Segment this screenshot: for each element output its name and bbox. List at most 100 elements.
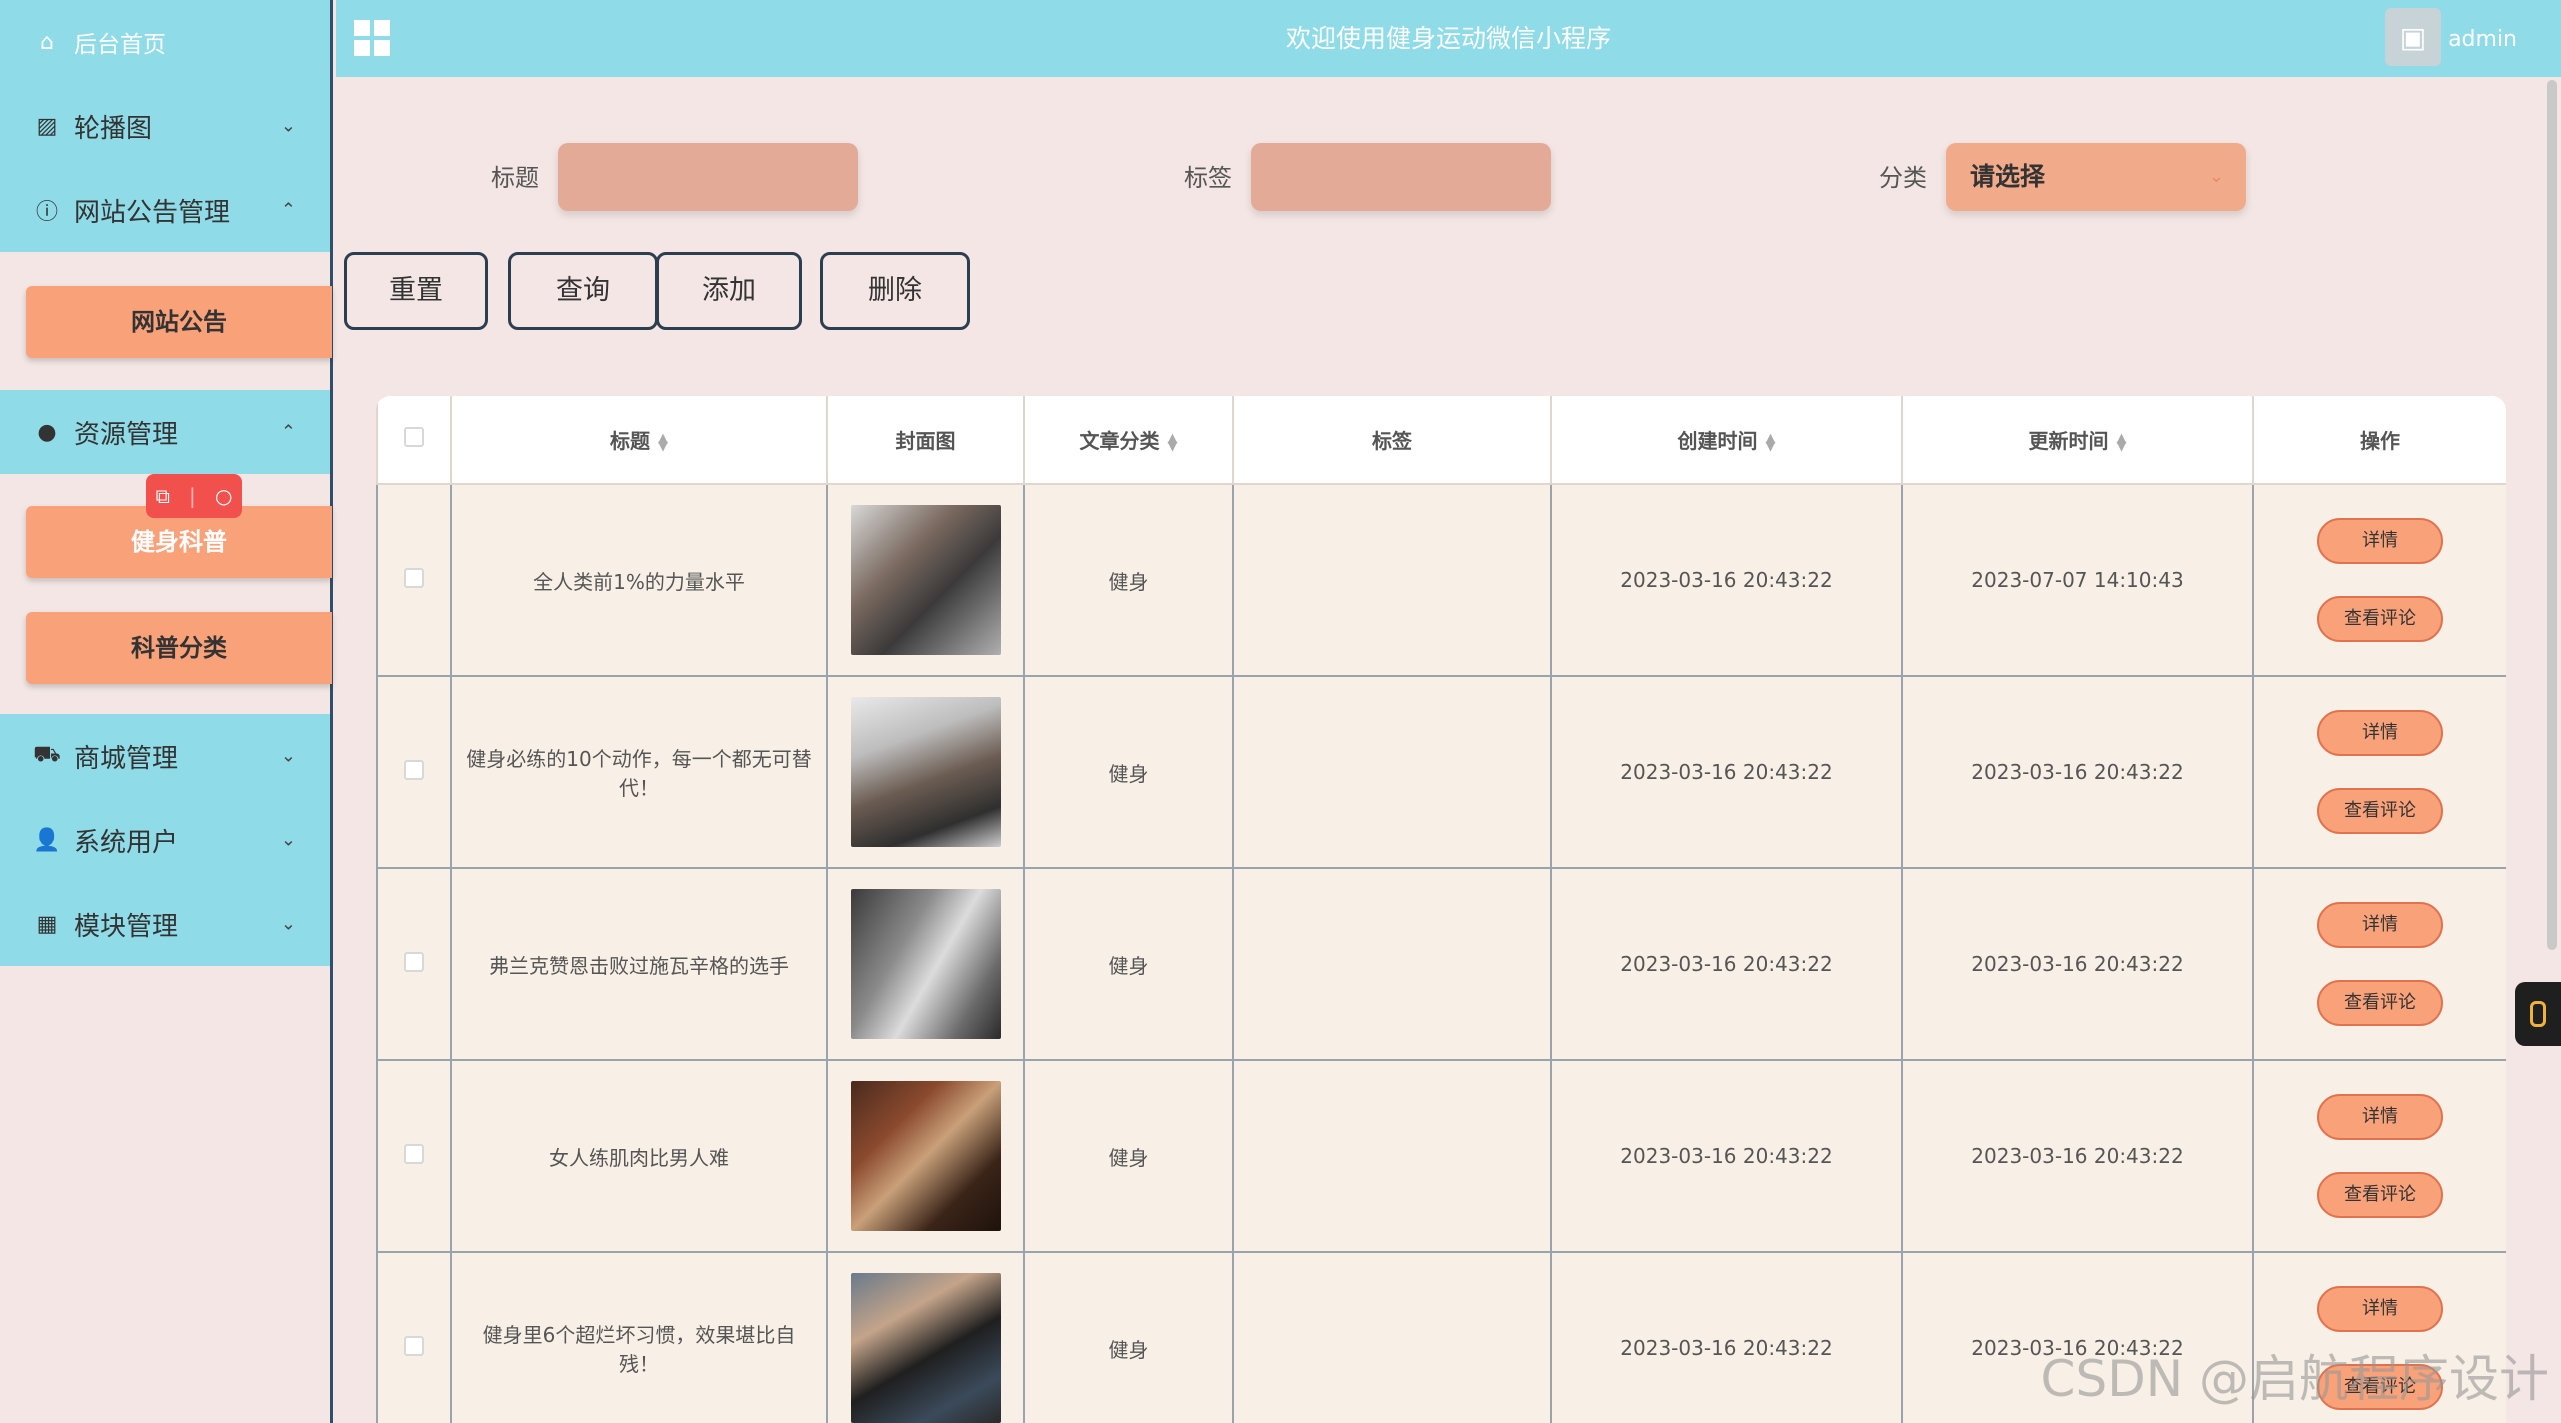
- select-all-cell: [376, 396, 452, 485]
- detail-button[interactable]: 详情: [2317, 518, 2443, 564]
- search-icon[interactable]: ○: [215, 484, 232, 508]
- view-comments-button[interactable]: 查看评论: [2317, 596, 2443, 642]
- created-cell: 2023-03-16 20:43:22: [1550, 675, 1903, 869]
- topbar: 欢迎使用健身运动微信小程序 ▣ admin: [336, 0, 2561, 77]
- cover-image[interactable]: [850, 697, 1001, 847]
- actions-cell: 详情 查看评论: [2252, 483, 2506, 677]
- sidebar-item-label: 后台首页: [74, 32, 166, 58]
- category-cell: 健身: [1023, 1251, 1234, 1423]
- sidebar-item-resource-mgmt[interactable]: ● 资源管理 ⌃: [0, 390, 330, 474]
- cover-image[interactable]: [850, 1081, 1001, 1231]
- sort-icon[interactable]: ▲ ▼: [658, 432, 668, 453]
- delete-button[interactable]: 删除: [820, 252, 970, 330]
- chevron-down-icon: ⌄: [280, 745, 296, 767]
- chevron-down-icon: ⌄: [280, 829, 296, 851]
- created-cell: 2023-03-16 20:43:22: [1550, 483, 1903, 677]
- watermark: CSDN @启航程序设计: [2040, 1350, 2549, 1408]
- table-header-row: 标题 ▲ ▼ 封面图 文章分类 ▲ ▼ 标签 创建时间 ▲ ▼ 更新时间 ▲ ▼ 操作: [376, 396, 2506, 485]
- select-all-checkbox[interactable]: [404, 427, 424, 447]
- chevron-down-icon: ⌄: [2208, 166, 2224, 187]
- app-title: 欢迎使用健身运动微信小程序: [1285, 24, 1611, 53]
- sidebar-bottom-block: ⛟ 商城管理 ⌄ 👤 系统用户 ⌄ ▦ 模块管理 ⌄: [0, 714, 330, 966]
- actions-cell: 详情 查看评论: [2252, 867, 2506, 1061]
- view-comments-button[interactable]: 查看评论: [2317, 980, 2443, 1026]
- sort-icon[interactable]: ▲ ▼: [2117, 432, 2127, 453]
- detail-button[interactable]: 详情: [2317, 902, 2443, 948]
- detail-button[interactable]: 详情: [2317, 710, 2443, 756]
- username[interactable]: admin: [2448, 0, 2517, 80]
- sidebar-subitem-science-category[interactable]: 科普分类: [26, 612, 332, 684]
- title-cell: 弗兰克赞恩击败过施瓦辛格的选手: [450, 867, 828, 1061]
- row-select-cell: [376, 675, 452, 869]
- sidebar-item-label: 模块管理: [74, 911, 179, 942]
- tag-input[interactable]: [1251, 143, 1551, 211]
- sidebar-item-notice-mgmt[interactable]: ⓘ 网站公告管理 ⌃: [0, 168, 330, 252]
- category-label: 分类: [1879, 164, 1927, 192]
- col-header-label: 标题: [610, 429, 650, 453]
- title-input[interactable]: [558, 143, 858, 211]
- updated-cell: 2023-03-16 20:43:22: [1901, 675, 2254, 869]
- chevron-up-icon: ⌃: [280, 199, 296, 221]
- floating-toolbar: ⧉ | ○: [146, 474, 242, 518]
- sidebar-item-module-mgmt[interactable]: ▦ 模块管理 ⌄: [0, 882, 330, 966]
- cover-cell: [826, 483, 1025, 677]
- updated-cell: 2023-03-16 20:43:22: [1901, 1059, 2254, 1253]
- col-header-title[interactable]: 标题 ▲ ▼: [450, 396, 828, 485]
- row-checkbox[interactable]: [404, 951, 424, 972]
- col-header-created[interactable]: 创建时间 ▲ ▼: [1550, 396, 1903, 485]
- sidebar-subitem-notice[interactable]: 网站公告: [26, 286, 332, 358]
- sort-icon[interactable]: ▲ ▼: [1168, 432, 1178, 453]
- col-header-category[interactable]: 文章分类 ▲ ▼: [1023, 396, 1234, 485]
- title-cell: 女人练肌肉比男人难: [450, 1059, 828, 1253]
- sidebar-item-label: 商城管理: [74, 743, 179, 774]
- updated-cell: 2023-03-16 20:43:22: [1901, 867, 2254, 1061]
- image-icon: ▨: [36, 113, 58, 139]
- home-icon: ⌂: [40, 29, 54, 55]
- add-button[interactable]: 添加: [656, 252, 802, 330]
- created-cell: 2023-03-16 20:43:22: [1550, 1059, 1903, 1253]
- submenu-notice: 网站公告: [0, 252, 332, 390]
- category-select[interactable]: 请选择 ⌄: [1946, 143, 2246, 211]
- sidebar-item-label: 轮播图: [74, 113, 153, 144]
- view-comments-button[interactable]: 查看评论: [2317, 1172, 2443, 1218]
- reset-button[interactable]: 重置: [344, 252, 488, 330]
- mouse-icon: [2530, 1001, 2546, 1027]
- sidebar-item-sys-user[interactable]: 👤 系统用户 ⌄: [0, 798, 330, 882]
- col-header-tag: 标签: [1232, 396, 1552, 485]
- query-button[interactable]: 查询: [508, 252, 658, 330]
- cover-image[interactable]: [850, 1273, 1001, 1423]
- sidebar-item-label: 系统用户: [74, 827, 179, 858]
- view-comments-button[interactable]: 查看评论: [2317, 788, 2443, 834]
- category-cell: 健身: [1023, 483, 1234, 677]
- data-table: 标题 ▲ ▼ 封面图 文章分类 ▲ ▼ 标签 创建时间 ▲ ▼ 更新时间 ▲ ▼ 操作 全人类前…: [376, 396, 2506, 1423]
- side-tool-tab[interactable]: [2515, 982, 2561, 1046]
- row-select-cell: [376, 1059, 452, 1253]
- avatar[interactable]: ▣: [2385, 8, 2441, 66]
- sort-icon[interactable]: ▲ ▼: [1766, 432, 1776, 453]
- row-select-cell: [376, 1251, 452, 1423]
- col-header-updated[interactable]: 更新时间 ▲ ▼: [1901, 396, 2254, 485]
- sidebar-item-carousel[interactable]: ▨ 轮播图 ⌄: [0, 84, 330, 168]
- detail-button[interactable]: 详情: [2317, 1094, 2443, 1140]
- main-content: 标题 标签 分类 请选择 ⌄ 重置 查询 添加 删除 标题 ▲ ▼ 封面图 文章…: [344, 89, 2536, 1423]
- sidebar-item-home[interactable]: ⌂ 后台首页: [0, 0, 330, 84]
- row-checkbox[interactable]: [404, 759, 424, 780]
- col-header-label: 操作: [2360, 429, 2400, 453]
- cover-image[interactable]: [850, 505, 1001, 655]
- sidebar-top-block: ⌂ 后台首页 ▨ 轮播图 ⌄ ⓘ 网站公告管理 ⌃: [0, 0, 330, 252]
- page-scrollbar[interactable]: [2547, 80, 2557, 950]
- title-cell: 健身必练的10个动作，每一个都无可替代！: [450, 675, 828, 869]
- row-checkbox[interactable]: [404, 1143, 424, 1164]
- detail-button[interactable]: 详情: [2317, 1286, 2443, 1332]
- cover-image[interactable]: [850, 889, 1001, 1039]
- row-checkbox[interactable]: [404, 1335, 424, 1356]
- chevron-down-icon: ⌄: [280, 115, 296, 137]
- cover-cell: [826, 675, 1025, 869]
- sidebar-item-label: 资源管理: [74, 419, 179, 450]
- tag-cell: [1232, 483, 1552, 677]
- row-select-cell: [376, 483, 452, 677]
- ocr-icon[interactable]: ⧉: [156, 484, 170, 508]
- sidebar-item-mall-mgmt[interactable]: ⛟ 商城管理 ⌄: [0, 714, 330, 798]
- row-checkbox[interactable]: [404, 567, 424, 588]
- created-cell: 2023-03-16 20:43:22: [1550, 867, 1903, 1061]
